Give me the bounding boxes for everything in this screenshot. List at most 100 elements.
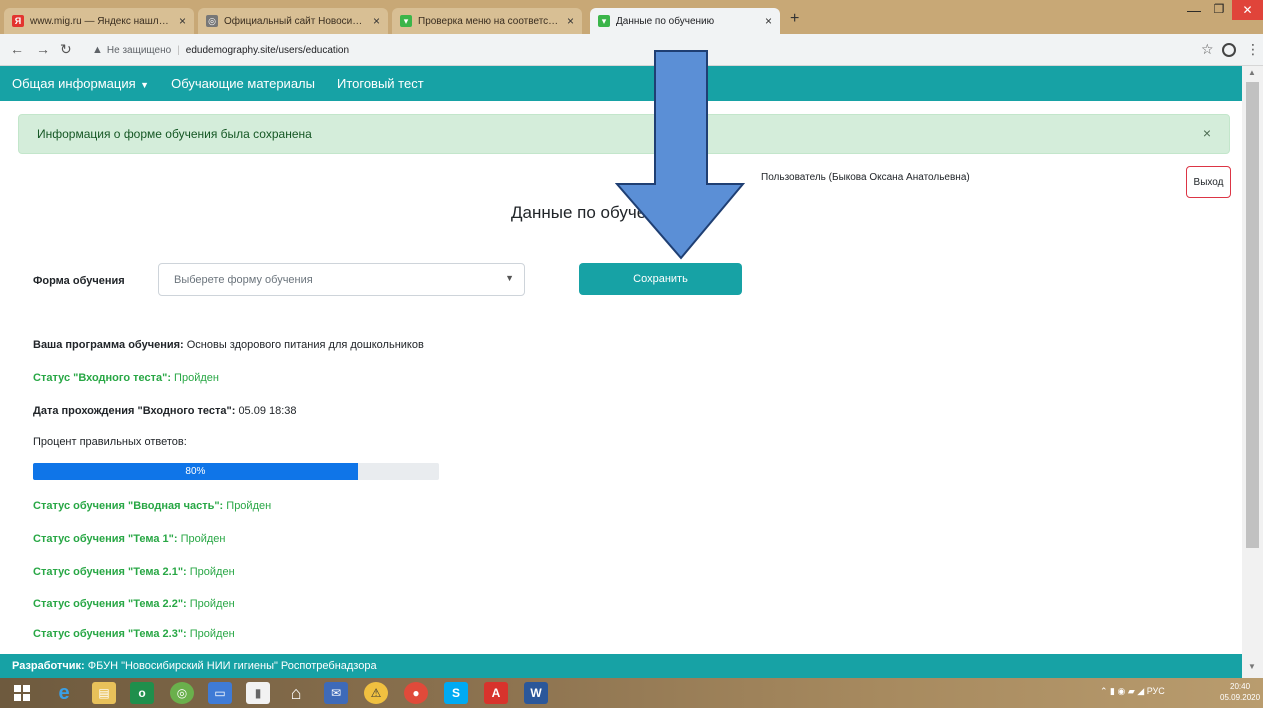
clock[interactable]: 20:40 05.09.2020 bbox=[1220, 681, 1260, 703]
program-value: Основы здорового питания для дошкольнико… bbox=[186, 339, 424, 351]
chevron-down-icon: ▼ bbox=[505, 273, 514, 283]
browser-tab-active[interactable]: ▾ Данные по обучению × bbox=[590, 8, 780, 34]
status-label: Статус обучения "Вводная часть": bbox=[33, 500, 224, 512]
education-form-label: Форма обучения bbox=[33, 275, 125, 287]
tab-close-icon[interactable]: × bbox=[765, 14, 772, 28]
file-explorer-icon[interactable]: ▤ bbox=[92, 682, 116, 704]
chrome-icon[interactable]: ● bbox=[404, 682, 428, 704]
status-label: Статус обучения "Тема 2.1": bbox=[33, 566, 187, 578]
status-line: Статус обучения "Вводная часть": Пройден bbox=[33, 500, 271, 512]
tab-title: Данные по обучению bbox=[616, 15, 715, 27]
status-label: Статус обучения "Тема 2.3": bbox=[33, 628, 187, 640]
clock-time: 20:40 bbox=[1230, 682, 1251, 691]
office-icon[interactable]: o bbox=[130, 682, 154, 704]
clock-date: 05.09.2020 bbox=[1220, 693, 1261, 702]
site-footer: Разработчик: ФБУН "Новосибирский НИИ гиг… bbox=[0, 654, 1242, 678]
browser-tab[interactable]: ▾ Проверка меню на соответствие × bbox=[392, 8, 582, 34]
document-icon[interactable]: ▮ bbox=[246, 682, 270, 704]
bookmark-star-icon[interactable]: ☆ bbox=[1201, 41, 1214, 58]
nav-general-info-label: Общая информация bbox=[12, 76, 136, 91]
progress-bar: 80% bbox=[33, 463, 439, 480]
reload-icon[interactable]: ↻ bbox=[60, 41, 72, 58]
skype-icon[interactable]: S bbox=[444, 682, 468, 704]
scroll-down-icon[interactable]: ▼ bbox=[1248, 662, 1256, 671]
status-label: Статус обучения "Тема 2.2": bbox=[33, 598, 187, 610]
warning-icon[interactable]: ▲ bbox=[92, 44, 103, 56]
entry-test-value: Пройден bbox=[174, 372, 219, 384]
user-name: Пользователь (Быкова Оксана Анатольевна) bbox=[761, 172, 970, 183]
mail-icon[interactable]: ✉ bbox=[324, 682, 348, 704]
program-label: Ваша программа обучения: bbox=[33, 339, 184, 351]
page-scrollbar[interactable]: ▲ ▼ bbox=[1242, 66, 1263, 678]
nav-general-info[interactable]: Общая информация ▼ bbox=[12, 76, 149, 91]
status-value: Пройден bbox=[226, 500, 272, 512]
browser-menu-icon[interactable]: ⋮ bbox=[1246, 41, 1260, 58]
forward-icon[interactable]: → bbox=[36, 41, 50, 57]
url-separator: | bbox=[177, 44, 180, 56]
scroll-thumb[interactable] bbox=[1246, 82, 1259, 548]
status-value: Пройден bbox=[180, 533, 226, 545]
status-line: Статус обучения "Тема 2.2": Пройден bbox=[33, 598, 235, 610]
percent-label: Процент правильных ответов: bbox=[33, 436, 187, 448]
status-value: Пройден bbox=[189, 598, 235, 610]
maximize-icon[interactable]: ❐ bbox=[1208, 2, 1230, 18]
browser-tab[interactable]: ◎ Официальный сайт Новосибирск × bbox=[198, 8, 388, 34]
url-field[interactable]: ▲ Не защищено | edudemography.site/users… bbox=[92, 39, 1092, 61]
alert-text: Информация о форме обучения была сохране… bbox=[37, 127, 312, 141]
nav-final-test[interactable]: Итоговый тест bbox=[337, 76, 424, 91]
tab-close-icon[interactable]: × bbox=[373, 14, 380, 28]
word-icon[interactable]: W bbox=[524, 682, 548, 704]
logout-button[interactable]: Выход bbox=[1186, 166, 1231, 198]
windows-start-icon[interactable] bbox=[10, 682, 34, 704]
footer-label: Разработчик: bbox=[12, 660, 85, 672]
entry-date-value: 05.09 18:38 bbox=[238, 405, 297, 417]
tab-title: www.mig.ru — Яндекс нашлось bbox=[30, 15, 173, 27]
status-line: Статус обучения "Тема 2.3": Пройден bbox=[33, 628, 235, 640]
home-icon[interactable]: ⌂ bbox=[284, 682, 308, 704]
status-line: Статус обучения "Тема 1": Пройден bbox=[33, 533, 226, 545]
education-form-select[interactable]: Выберете форму обучения ▼ bbox=[158, 263, 525, 296]
close-icon[interactable]: × bbox=[1203, 125, 1211, 141]
ie-icon[interactable]: e bbox=[52, 682, 76, 704]
entry-date-line: Дата прохождения "Входного теста": 05.09… bbox=[33, 405, 297, 417]
down-arrow-annotation bbox=[615, 50, 745, 260]
status-label: Статус обучения "Тема 1": bbox=[33, 533, 178, 545]
monitor-icon[interactable]: ▭ bbox=[208, 682, 232, 704]
entry-test-line: Статус "Входного теста": Пройден bbox=[33, 372, 219, 384]
input-language[interactable]: РУС bbox=[1147, 686, 1165, 696]
save-button[interactable]: Сохранить bbox=[579, 263, 742, 295]
entry-date-label: Дата прохождения "Входного теста": bbox=[33, 405, 236, 417]
status-line: Статус обучения "Тема 2.1": Пройден bbox=[33, 566, 235, 578]
app-icon[interactable]: ◎ bbox=[170, 682, 194, 704]
site-icon: ▾ bbox=[400, 15, 412, 27]
url-text: edudemography.site/users/education bbox=[185, 44, 350, 56]
site-icon: ▾ bbox=[598, 15, 610, 27]
arrow-shape bbox=[615, 50, 745, 260]
window-close-icon[interactable]: ✕ bbox=[1232, 0, 1263, 20]
select-value: Выберете форму обучения bbox=[174, 273, 313, 286]
warning-app-icon[interactable]: ⚠ bbox=[364, 682, 388, 704]
yandex-icon: Я bbox=[12, 15, 24, 27]
tab-close-icon[interactable]: × bbox=[179, 14, 186, 28]
nav-materials[interactable]: Обучающие материалы bbox=[171, 76, 315, 91]
browser-tab[interactable]: Я www.mig.ru — Яндекс нашлось × bbox=[4, 8, 194, 34]
status-value: Пройден bbox=[189, 566, 235, 578]
browser-tab-bar: Я www.mig.ru — Яндекс нашлось × ◎ Официа… bbox=[0, 0, 1263, 34]
globe-icon: ◎ bbox=[206, 15, 218, 27]
program-line: Ваша программа обучения: Основы здоровог… bbox=[33, 339, 424, 351]
new-tab-button[interactable]: + bbox=[790, 10, 799, 28]
scroll-up-icon[interactable]: ▲ bbox=[1248, 68, 1256, 77]
footer-text: ФБУН "Новосибирский НИИ гигиены" Роспотр… bbox=[87, 660, 377, 672]
windows-taskbar: e ▤ o ◎ ▭ ▮ ⌂ ✉ ⚠ ● S A W ⌃ ▮ ◉ ▰ ◢ РУС … bbox=[0, 678, 1263, 708]
acrobat-icon[interactable]: A bbox=[484, 682, 508, 704]
caret-down-icon: ▼ bbox=[137, 80, 150, 90]
minimize-icon[interactable]: — bbox=[1183, 2, 1205, 18]
tab-title: Официальный сайт Новосибирск bbox=[224, 15, 367, 27]
entry-test-label: Статус "Входного теста": bbox=[33, 372, 171, 384]
system-tray[interactable]: ⌃ ▮ ◉ ▰ ◢ РУС bbox=[1100, 686, 1165, 697]
profile-icon[interactable] bbox=[1222, 43, 1236, 57]
status-value: Пройден bbox=[189, 628, 235, 640]
not-secure-label: Не защищено bbox=[106, 44, 172, 56]
back-icon[interactable]: ← bbox=[10, 41, 24, 57]
tab-close-icon[interactable]: × bbox=[567, 14, 574, 28]
